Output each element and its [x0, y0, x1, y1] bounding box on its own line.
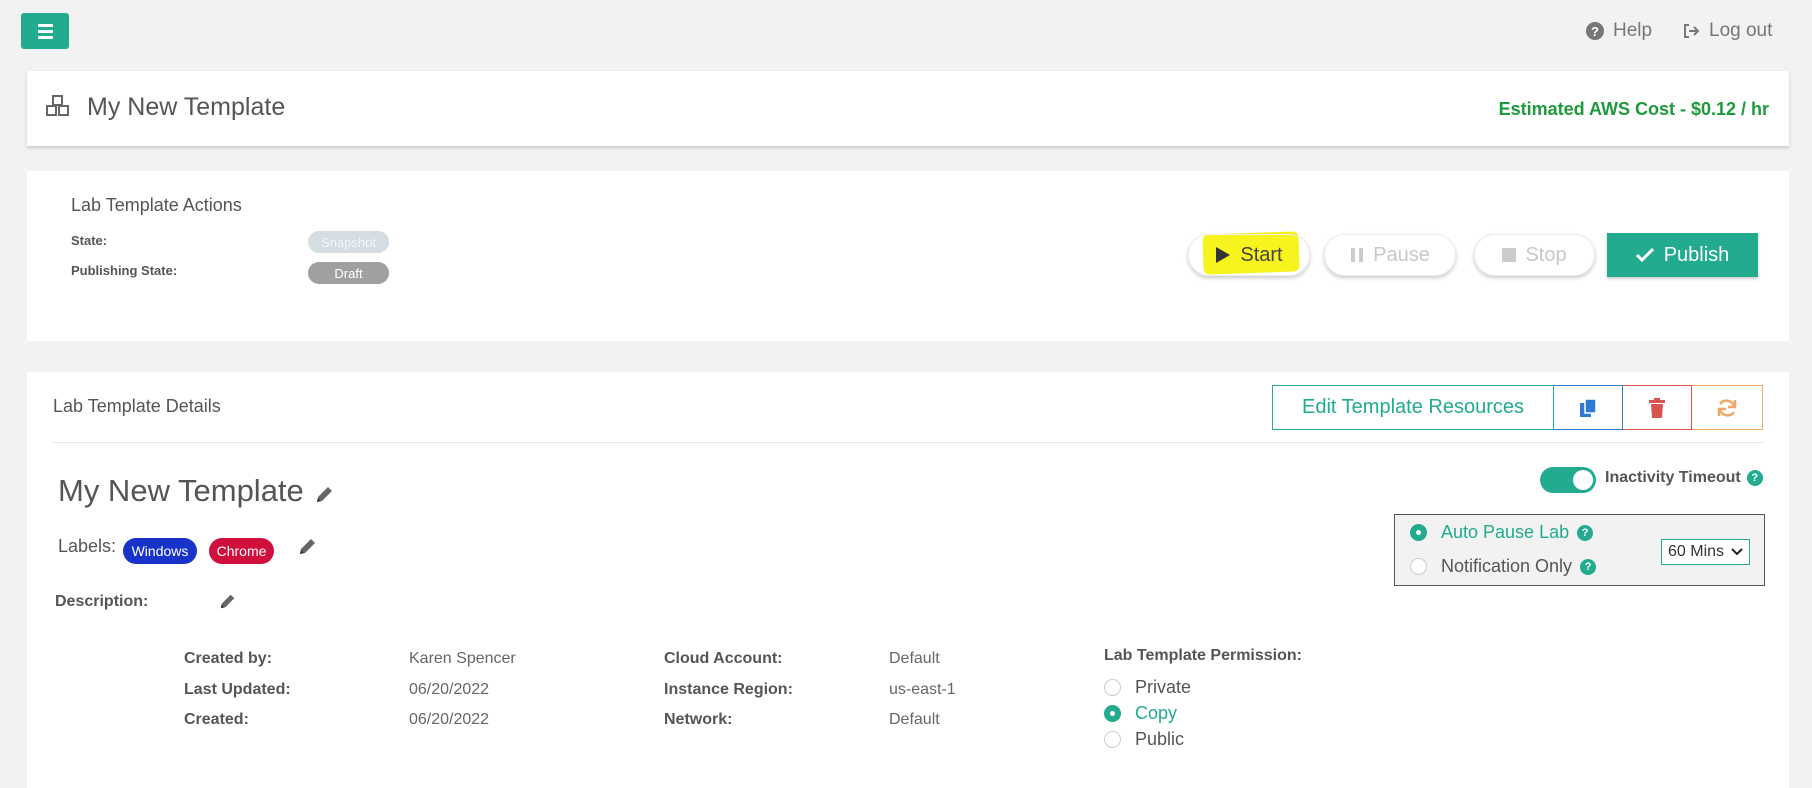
question-circle-icon[interactable]: ? [1746, 470, 1763, 486]
details-button-group: Edit Template Resources [1272, 385, 1763, 430]
inactivity-timeout-toggle[interactable] [1540, 467, 1596, 493]
last-updated-label: Last Updated: [184, 681, 291, 698]
stop-label: Stop [1525, 243, 1567, 266]
timeout-duration-value: 60 Mins [1668, 543, 1725, 560]
permission-public-label: Public [1135, 729, 1185, 749]
start-label: Start [1240, 243, 1283, 266]
timeout-duration-select[interactable]: 60 Mins [1661, 539, 1750, 565]
description-label: Description: [55, 593, 149, 610]
edit-name-pencil-icon[interactable] [315, 484, 335, 509]
created-by-value: Karen Spencer [409, 650, 516, 667]
labels-label: Labels: [58, 536, 117, 556]
publish-label: Publish [1663, 243, 1730, 266]
inactivity-timeout-label: Inactivity Timeout ? [1605, 469, 1763, 487]
sign-out-icon [1682, 22, 1700, 40]
lab-template-actions-card: Lab Template Actions State: Snapshot Pub… [27, 171, 1789, 341]
pause-label: Pause [1373, 243, 1430, 266]
pause-icon [1351, 248, 1364, 262]
permission-option-private[interactable]: Private [1104, 677, 1191, 698]
instance-region-label: Instance Region: [664, 681, 793, 698]
publishing-state-badge: Draft [308, 262, 389, 284]
help-link[interactable]: ? Help [1586, 20, 1652, 42]
question-circle-icon[interactable]: ? [1577, 524, 1594, 541]
permission-option-public[interactable]: Public [1104, 729, 1184, 750]
stop-icon [1502, 248, 1517, 262]
label-tag-windows: Windows [123, 538, 197, 564]
last-updated-value: 06/20/2022 [409, 681, 490, 698]
page-title: My New Template [87, 93, 286, 121]
radio-notification-only[interactable] [1410, 558, 1427, 575]
aws-cost-estimate: Estimated AWS Cost - $0.12 / hr [1498, 99, 1769, 119]
question-circle-icon[interactable]: ? [1580, 558, 1597, 575]
question-circle-icon: ? [1586, 22, 1604, 40]
cloud-account-value: Default [889, 650, 940, 667]
cloud-account-label: Cloud Account: [664, 650, 783, 667]
template-header-card: My New Template Estimated AWS Cost - $0.… [27, 71, 1789, 146]
divider [53, 442, 1763, 443]
created-value: 06/20/2022 [409, 711, 490, 728]
instance-region-value: us-east-1 [889, 681, 956, 698]
template-name: My New Template [58, 473, 304, 508]
chevron-down-icon [1731, 548, 1743, 556]
permission-option-copy[interactable]: Copy [1104, 703, 1177, 724]
start-button[interactable]: Start [1188, 234, 1310, 276]
actions-title: Lab Template Actions [71, 195, 242, 215]
network-label: Network: [664, 711, 733, 728]
notification-only-label: Notification Only [1441, 556, 1573, 576]
trash-icon [1649, 397, 1665, 418]
state-badge: Snapshot [308, 231, 389, 253]
top-bar: ? Help Log out [0, 0, 1812, 62]
created-by-label: Created by: [184, 650, 273, 667]
inactivity-timeout-text: Inactivity Timeout [1605, 469, 1741, 486]
edit-template-resources-button[interactable]: Edit Template Resources [1272, 385, 1554, 430]
delete-template-button[interactable] [1623, 385, 1692, 430]
cubes-icon [45, 95, 71, 122]
edit-description-pencil-icon[interactable] [219, 592, 237, 615]
details-title: Lab Template Details [53, 396, 221, 416]
radio-auto-pause[interactable] [1410, 524, 1427, 541]
copy-template-button[interactable] [1554, 385, 1623, 430]
menu-icon [37, 23, 53, 27]
lab-template-details-card: Lab Template Details Edit Template Resou… [27, 372, 1789, 788]
publishing-state-label: Publishing State: [71, 263, 178, 278]
radio-public[interactable] [1104, 731, 1121, 748]
sync-template-button[interactable] [1692, 385, 1763, 430]
network-value: Default [889, 711, 940, 728]
logout-link[interactable]: Log out [1682, 20, 1772, 42]
auto-pause-label: Auto Pause Lab [1441, 522, 1570, 542]
permission-title: Lab Template Permission: [1104, 647, 1302, 664]
permission-copy-label: Copy [1135, 703, 1178, 723]
publish-button[interactable]: Publish [1607, 233, 1758, 277]
check-icon [1635, 248, 1654, 262]
copy-icon [1580, 397, 1597, 417]
label-tag-chrome: Chrome [209, 538, 274, 564]
stop-button[interactable]: Stop [1474, 234, 1595, 276]
state-label: State: [71, 233, 108, 248]
edit-labels-pencil-icon[interactable] [298, 536, 318, 561]
pause-button[interactable]: Pause [1324, 234, 1456, 276]
radio-private[interactable] [1104, 679, 1121, 696]
auto-pause-option[interactable]: Auto Pause Lab ? [1410, 522, 1594, 543]
hamburger-menu-button[interactable] [21, 13, 69, 49]
created-label: Created: [184, 711, 249, 728]
notification-only-option[interactable]: Notification Only ? [1410, 556, 1597, 577]
refresh-icon [1717, 399, 1737, 416]
inactivity-timeout-options: Auto Pause Lab ? Notification Only ? 60 … [1394, 514, 1765, 586]
play-icon [1216, 247, 1231, 263]
radio-copy[interactable] [1104, 705, 1121, 722]
help-label: Help [1613, 20, 1653, 41]
permission-private-label: Private [1135, 677, 1192, 697]
logout-label: Log out [1709, 20, 1773, 41]
